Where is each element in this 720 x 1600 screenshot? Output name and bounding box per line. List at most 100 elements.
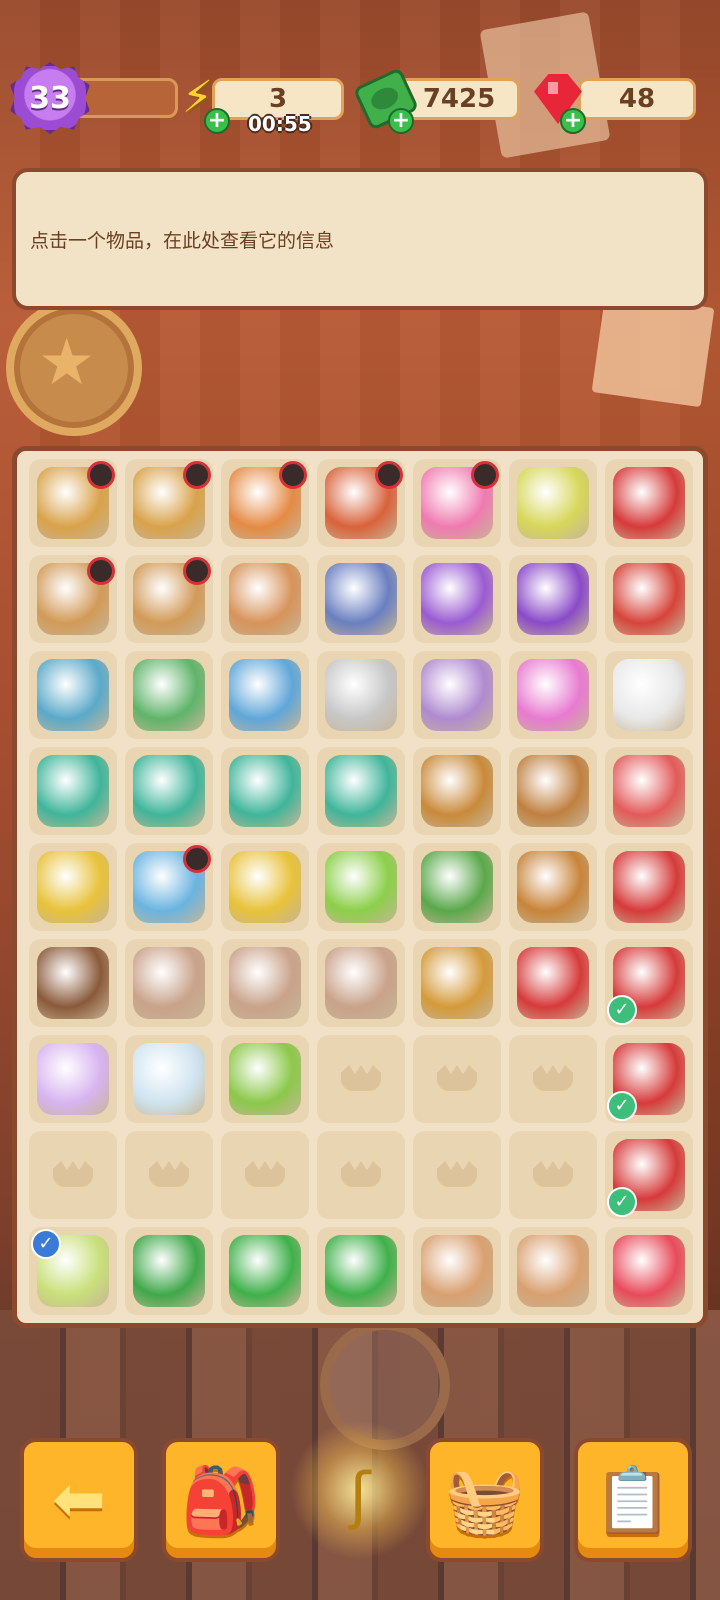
board-cell[interactable]	[29, 651, 117, 739]
back-button[interactable]: ⬅	[20, 1438, 138, 1562]
sprout-icon	[229, 1043, 301, 1115]
board-cell[interactable]	[29, 555, 117, 643]
board-cell[interactable]	[605, 747, 693, 835]
gem-counter[interactable]: 48	[578, 78, 696, 120]
board-grid: ✓ ✓ ✓ ✓	[29, 459, 693, 1315]
board-cell[interactable]	[317, 555, 405, 643]
photo-bag-icon	[133, 947, 205, 1019]
add-energy-button[interactable]: +	[204, 108, 230, 134]
board-cell[interactable]	[413, 459, 501, 547]
board-cell[interactable]	[509, 747, 597, 835]
empty-board-cell[interactable]	[29, 1131, 117, 1219]
grandma-character-icon	[421, 659, 493, 731]
board-cell[interactable]	[605, 555, 693, 643]
board-cell[interactable]	[605, 1227, 693, 1315]
red-toolbox-icon	[613, 563, 685, 635]
board-cell[interactable]	[509, 939, 597, 1027]
board-cell[interactable]	[29, 939, 117, 1027]
pawprint-plate-icon	[325, 659, 397, 731]
board-cell[interactable]	[317, 939, 405, 1027]
board-cell[interactable]	[413, 939, 501, 1027]
cash-counter[interactable]: 7425	[398, 78, 520, 120]
board-cell[interactable]	[29, 1035, 117, 1123]
shepherd-dog-icon	[517, 755, 589, 827]
board-cell[interactable]: ✓	[605, 939, 693, 1027]
energy-timer: 00:55	[248, 112, 312, 136]
board-cell[interactable]	[317, 1227, 405, 1315]
board-cell[interactable]	[29, 747, 117, 835]
board-cell[interactable]: ✓	[605, 1131, 693, 1219]
board-cell[interactable]	[125, 1035, 213, 1123]
board-cell[interactable]	[317, 843, 405, 931]
board-cell[interactable]	[29, 843, 117, 931]
board-cell[interactable]	[221, 1227, 309, 1315]
empty-board-cell[interactable]	[317, 1035, 405, 1123]
board-cell[interactable]	[125, 747, 213, 835]
cooldown-timer-icon	[87, 461, 115, 489]
board-cell[interactable]	[125, 459, 213, 547]
board-cell[interactable]	[221, 747, 309, 835]
board-cell[interactable]	[221, 459, 309, 547]
board-cell[interactable]	[317, 651, 405, 739]
board-cell[interactable]: ✓	[605, 1035, 693, 1123]
board-cell[interactable]	[413, 555, 501, 643]
add-cash-button[interactable]: +	[388, 108, 414, 134]
white-toolbox-icon	[613, 659, 685, 731]
family-photo-frame-icon	[421, 755, 493, 827]
yellow-wash-basin-icon	[229, 851, 301, 923]
medicine-kit-icon	[37, 755, 109, 827]
board-cell[interactable]	[317, 747, 405, 835]
clipboard-star-icon: 📋	[593, 1463, 673, 1538]
empty-board-cell[interactable]	[317, 1131, 405, 1219]
cooldown-timer-icon	[183, 461, 211, 489]
board-cell[interactable]	[125, 939, 213, 1027]
board-cell[interactable]	[509, 843, 597, 931]
basket-button[interactable]: 🧺	[426, 1438, 544, 1562]
board-cell[interactable]	[125, 1227, 213, 1315]
wood-planks-pots-icon	[229, 563, 301, 635]
board-cell[interactable]	[605, 651, 693, 739]
board-cell[interactable]: ✓	[29, 1227, 117, 1315]
board-cell[interactable]	[221, 651, 309, 739]
broken-pot-shard-icon	[421, 1235, 493, 1307]
board-cell[interactable]	[605, 459, 693, 547]
medicine-kit-icon	[229, 755, 301, 827]
white-glove-icon	[613, 1235, 685, 1307]
board-cell[interactable]	[509, 459, 597, 547]
board-cell[interactable]	[509, 1227, 597, 1315]
add-gems-button[interactable]: +	[560, 108, 586, 134]
board-cell[interactable]	[29, 459, 117, 547]
empty-board-cell[interactable]	[221, 1131, 309, 1219]
empty-board-cell[interactable]	[413, 1131, 501, 1219]
board-cell[interactable]	[125, 651, 213, 739]
board-cell[interactable]	[221, 843, 309, 931]
board-cell[interactable]	[221, 939, 309, 1027]
board-cell[interactable]	[125, 843, 213, 931]
board-cell[interactable]	[509, 555, 597, 643]
tasks-button[interactable]: 📋	[574, 1438, 692, 1562]
white-red-toolbox-icon	[613, 755, 685, 827]
clay-pot-icon	[517, 1235, 589, 1307]
empty-board-cell[interactable]	[413, 1035, 501, 1123]
envelope-icon	[37, 947, 109, 1019]
board-cell[interactable]	[413, 651, 501, 739]
empty-board-cell[interactable]	[125, 1131, 213, 1219]
collect-hook-icon[interactable]: ʃ	[326, 1462, 394, 1530]
item-info-text: 点击一个物品，在此处查看它的信息	[30, 230, 335, 252]
gem-value: 48	[618, 84, 656, 114]
board-cell[interactable]	[413, 843, 501, 931]
board-cell[interactable]	[125, 555, 213, 643]
board-cell[interactable]	[221, 555, 309, 643]
cooldown-timer-icon	[183, 557, 211, 585]
backpack-button[interactable]: 🎒	[162, 1438, 280, 1562]
red-toolbox-icon	[613, 851, 685, 923]
level-display[interactable]: 33	[10, 62, 180, 134]
board-cell[interactable]	[605, 843, 693, 931]
board-cell[interactable]	[317, 459, 405, 547]
board-cell[interactable]	[221, 1035, 309, 1123]
board-cell[interactable]	[413, 747, 501, 835]
board-cell[interactable]	[509, 651, 597, 739]
empty-board-cell[interactable]	[509, 1035, 597, 1123]
board-cell[interactable]	[413, 1227, 501, 1315]
empty-board-cell[interactable]	[509, 1131, 597, 1219]
